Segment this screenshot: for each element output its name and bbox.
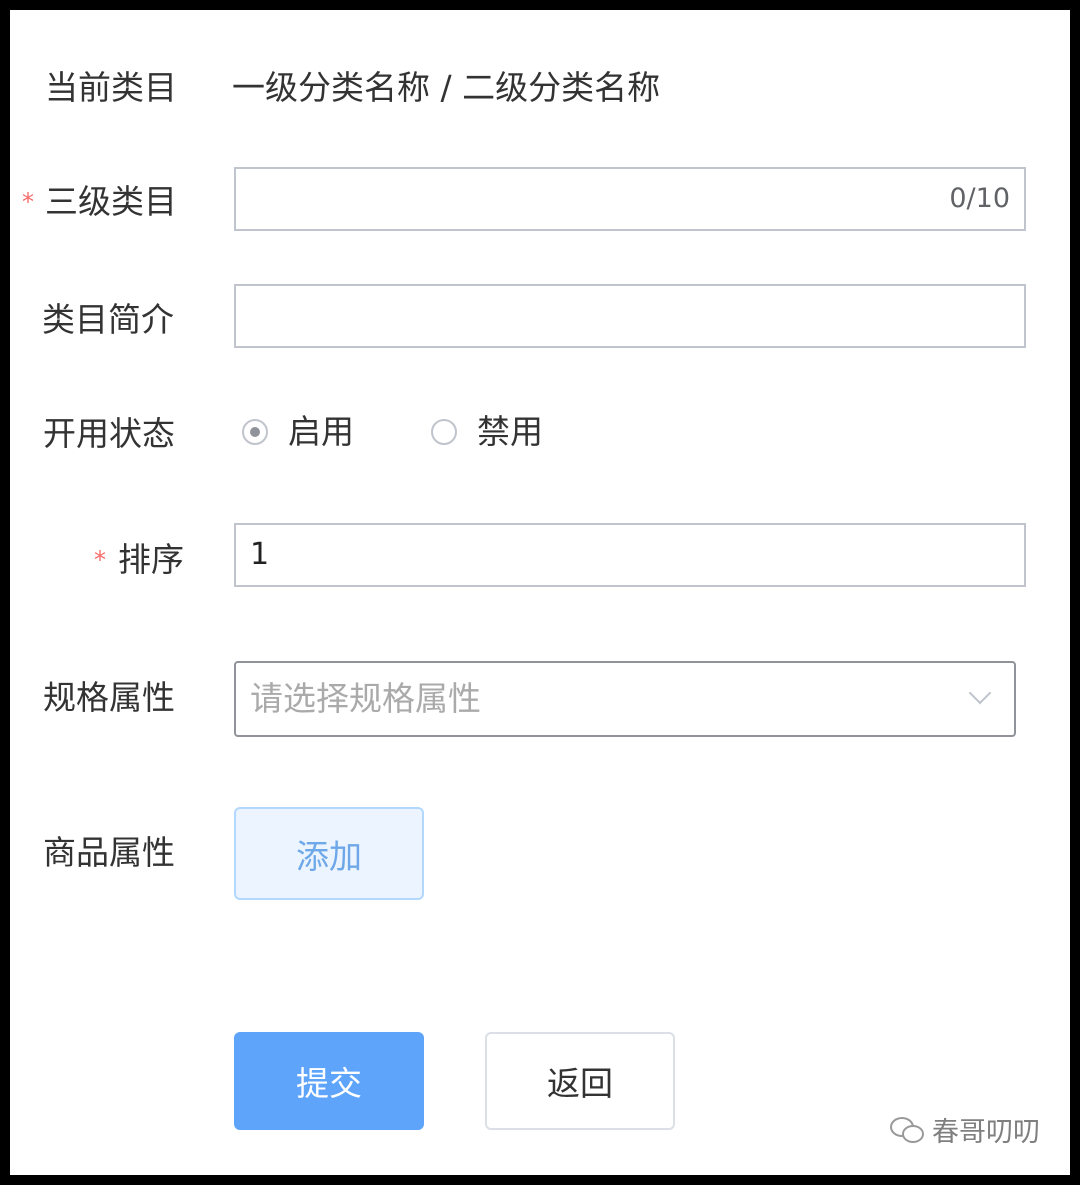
spec-attr-label: 规格属性 [43, 678, 175, 717]
submit-button[interactable]: 提交 [234, 1032, 424, 1130]
status-radio-disable-label: 禁用 [477, 412, 543, 451]
required-mark: * [94, 546, 106, 574]
watermark-text: 春哥叨叨 [932, 1117, 1040, 1148]
category-intro-input[interactable] [234, 284, 1026, 348]
category-intro-label: 类目简介 [42, 300, 174, 339]
status-radio-enable-label: 启用 [288, 412, 354, 451]
char-counter: 0/10 [949, 183, 1010, 214]
third-category-input[interactable]: 0/10 [234, 167, 1026, 231]
wechat-icon [890, 1116, 924, 1143]
sort-input[interactable]: 1 [234, 523, 1026, 587]
product-attr-label: 商品属性 [43, 833, 175, 872]
watermark: 春哥叨叨 [890, 1110, 1040, 1149]
chevron-down-icon [968, 681, 992, 705]
required-mark: * [22, 188, 34, 216]
status-radio-disable[interactable]: 禁用 [431, 412, 543, 452]
sort-label: 排序 [118, 540, 184, 579]
third-category-label: 三级类目 [45, 182, 177, 221]
radio-checked-icon [242, 419, 268, 445]
current-category-path: 一级分类名称 / 二级分类名称 [232, 68, 661, 107]
status-radio-enable[interactable]: 启用 [242, 412, 354, 452]
spec-attr-select[interactable]: 请选择规格属性 [234, 661, 1016, 737]
sort-value: 1 [250, 537, 270, 572]
current-category-label: 当前类目 [45, 68, 177, 107]
form-panel: 当前类目 一级分类名称 / 二级分类名称 * 三级类目 0/10 类目简介 开用… [10, 10, 1070, 1175]
status-label: 开用状态 [43, 414, 175, 453]
add-button[interactable]: 添加 [234, 807, 424, 900]
radio-unchecked-icon [431, 419, 457, 445]
back-button[interactable]: 返回 [485, 1032, 675, 1130]
spec-attr-placeholder: 请选择规格属性 [250, 679, 481, 718]
